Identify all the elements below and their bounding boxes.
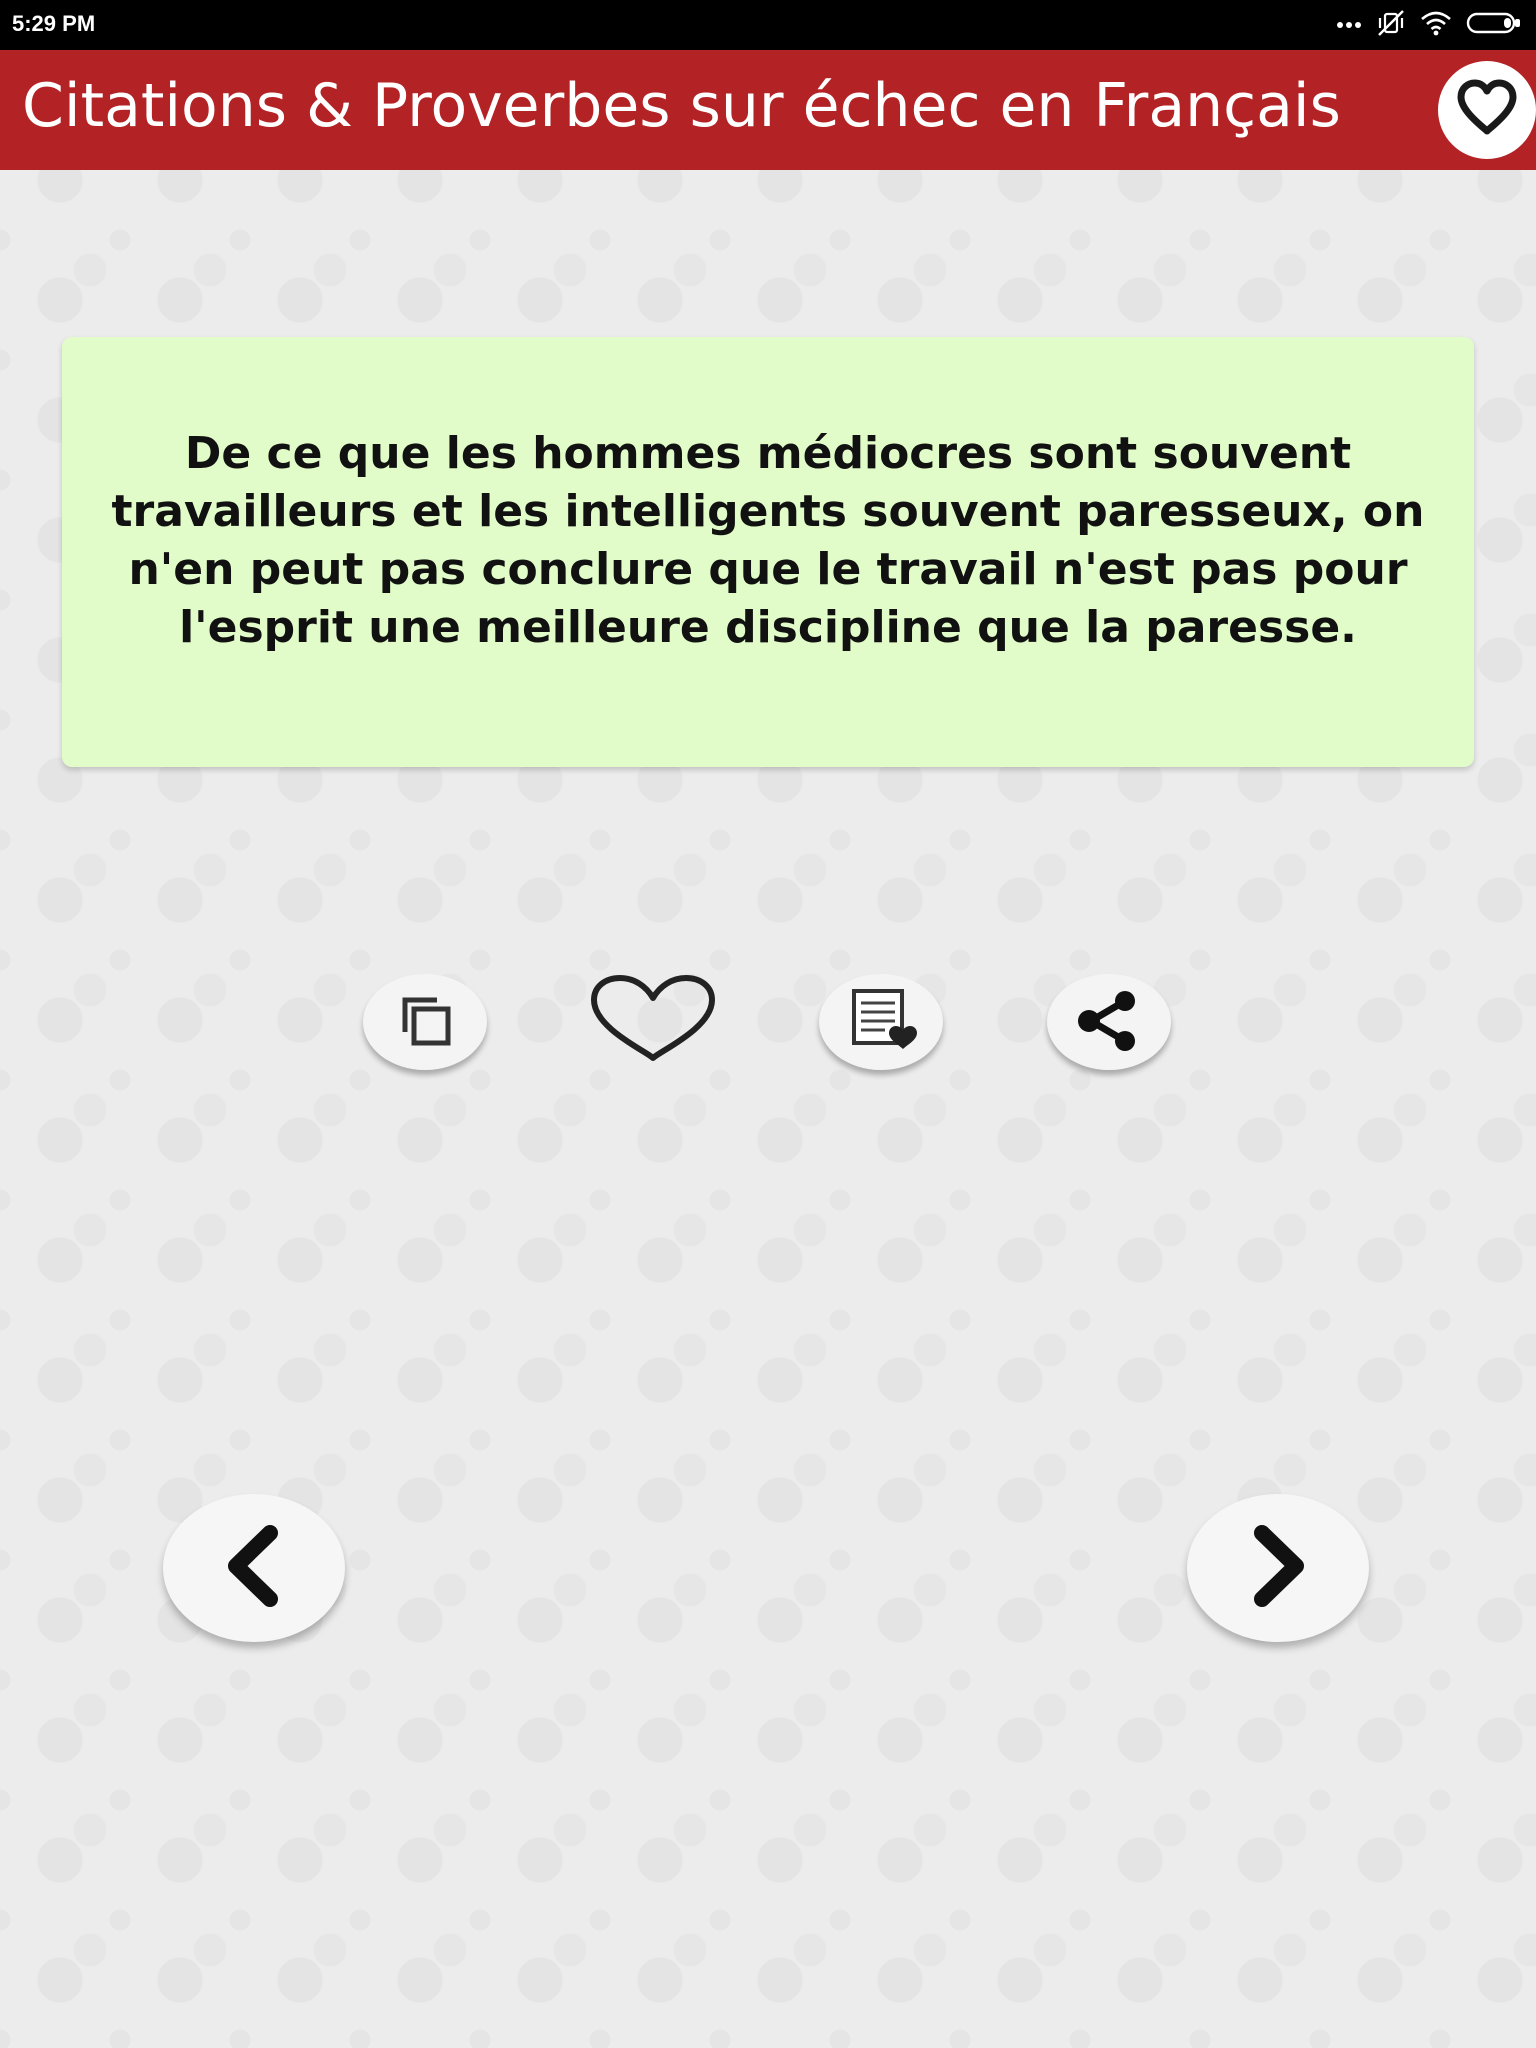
copy-icon [393, 988, 457, 1057]
status-bar: 5:29 PM [0, 0, 1536, 50]
more-dots-icon [1336, 16, 1362, 34]
copy-button[interactable] [363, 974, 487, 1070]
status-icons [1336, 9, 1522, 42]
favorites-list-icon [841, 985, 921, 1060]
wifi-icon [1420, 10, 1452, 41]
chevron-left-icon [214, 1521, 294, 1616]
quote-card: De ce que les hommes médiocres sont souv… [62, 337, 1474, 767]
add-favorite-button[interactable] [591, 974, 715, 1070]
share-icon [1069, 985, 1149, 1060]
heart-outline-icon [588, 972, 718, 1073]
battery-icon [1466, 11, 1522, 40]
share-button[interactable] [1047, 974, 1171, 1070]
app-bar: Citations & Proverbes sur échec en Franç… [0, 50, 1536, 170]
quote-text: De ce que les hommes médiocres sont souv… [111, 428, 1425, 653]
status-time: 5:29 PM [12, 11, 96, 36]
next-quote-button[interactable] [1187, 1494, 1369, 1642]
favorites-button[interactable] [1438, 61, 1536, 159]
previous-quote-button[interactable] [163, 1494, 345, 1642]
vibrate-off-icon [1376, 9, 1406, 42]
page-title: Citations & Proverbes sur échec en Franç… [22, 71, 1341, 141]
chevron-right-icon [1238, 1521, 1318, 1616]
favorites-list-button[interactable] [819, 974, 943, 1070]
heart-icon [1455, 79, 1519, 142]
